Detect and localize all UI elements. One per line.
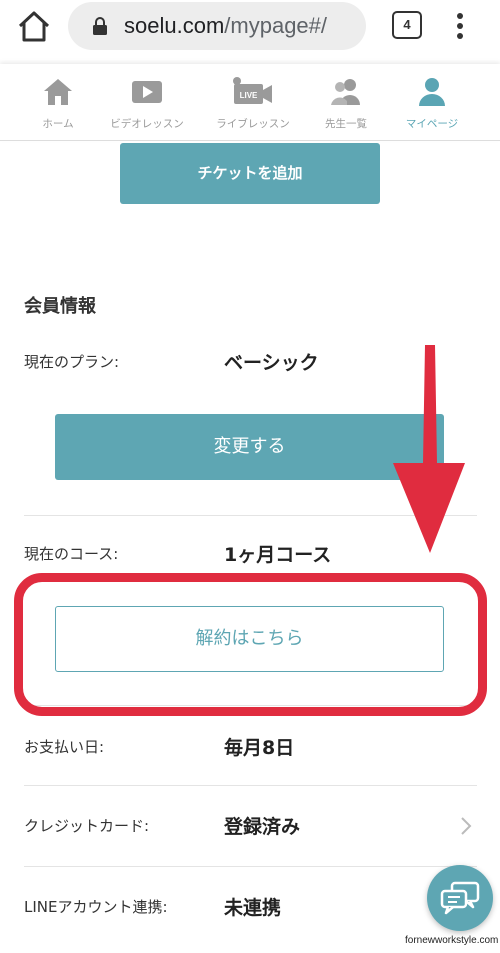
nav-label: マイページ	[405, 118, 459, 130]
nav-item-mypage[interactable]: マイページ	[384, 76, 480, 131]
course-label: 現在のコース:	[24, 545, 119, 563]
tab-switcher-button[interactable]: 4	[392, 11, 422, 39]
course-value: 1ヶ月コース	[224, 544, 332, 566]
browser-toolbar: soelu.com/mypage#/ 4	[0, 0, 500, 56]
change-plan-button[interactable]: 変更する	[55, 414, 444, 480]
people-icon	[331, 79, 360, 105]
site-nav: ホーム ビデオレッスン LIVE ライブレッスン 先生一覧 マイページ	[0, 64, 500, 141]
chevron-right-icon	[461, 817, 472, 835]
cancel-subscription-button[interactable]: 解約はこちら	[55, 606, 444, 672]
live-camera-icon: LIVE	[233, 77, 272, 104]
home-icon[interactable]	[16, 9, 52, 45]
url-text: soelu.com/mypage#/	[124, 13, 328, 38]
divider	[24, 785, 477, 786]
plan-value: ベーシック	[224, 352, 319, 374]
home-icon	[44, 79, 72, 105]
nav-item-teachers[interactable]: 先生一覧	[298, 76, 394, 131]
nav-item-video-lessons[interactable]: ビデオレッスン	[99, 76, 195, 131]
chat-bubbles-icon	[440, 881, 480, 915]
play-video-icon	[132, 81, 162, 103]
more-vert-icon[interactable]	[450, 10, 470, 42]
chat-support-button[interactable]	[427, 865, 493, 931]
divider	[24, 705, 477, 706]
user-icon	[419, 78, 445, 106]
watermark: fornewworkstyle.com	[405, 935, 499, 946]
payment-date-value: 毎月8日	[224, 737, 295, 759]
plan-label: 現在のプラン:	[24, 353, 120, 371]
credit-card-label: クレジットカード:	[24, 817, 150, 835]
add-ticket-button[interactable]: チケットを追加	[120, 143, 380, 204]
line-link-label: LINEアカウント連携:	[24, 898, 168, 916]
address-bar[interactable]: soelu.com/mypage#/	[68, 2, 366, 50]
divider	[24, 515, 477, 516]
nav-item-live-lessons[interactable]: LIVE ライブレッスン	[205, 76, 301, 131]
credit-card-value: 登録済み	[224, 816, 301, 838]
nav-label: ビデオレッスン	[110, 118, 184, 130]
line-link-value: 未連携	[224, 897, 282, 919]
live-badge: LIVE	[240, 91, 258, 100]
nav-item-home[interactable]: ホーム	[10, 76, 106, 131]
nav-label: ライブレッスン	[216, 118, 290, 130]
member-info-title: 会員情報	[24, 296, 96, 317]
nav-label: ホーム	[42, 118, 74, 130]
lock-icon	[93, 17, 107, 35]
nav-label: 先生一覧	[325, 118, 367, 130]
divider	[24, 866, 477, 867]
payment-date-label: お支払い日:	[24, 738, 105, 756]
